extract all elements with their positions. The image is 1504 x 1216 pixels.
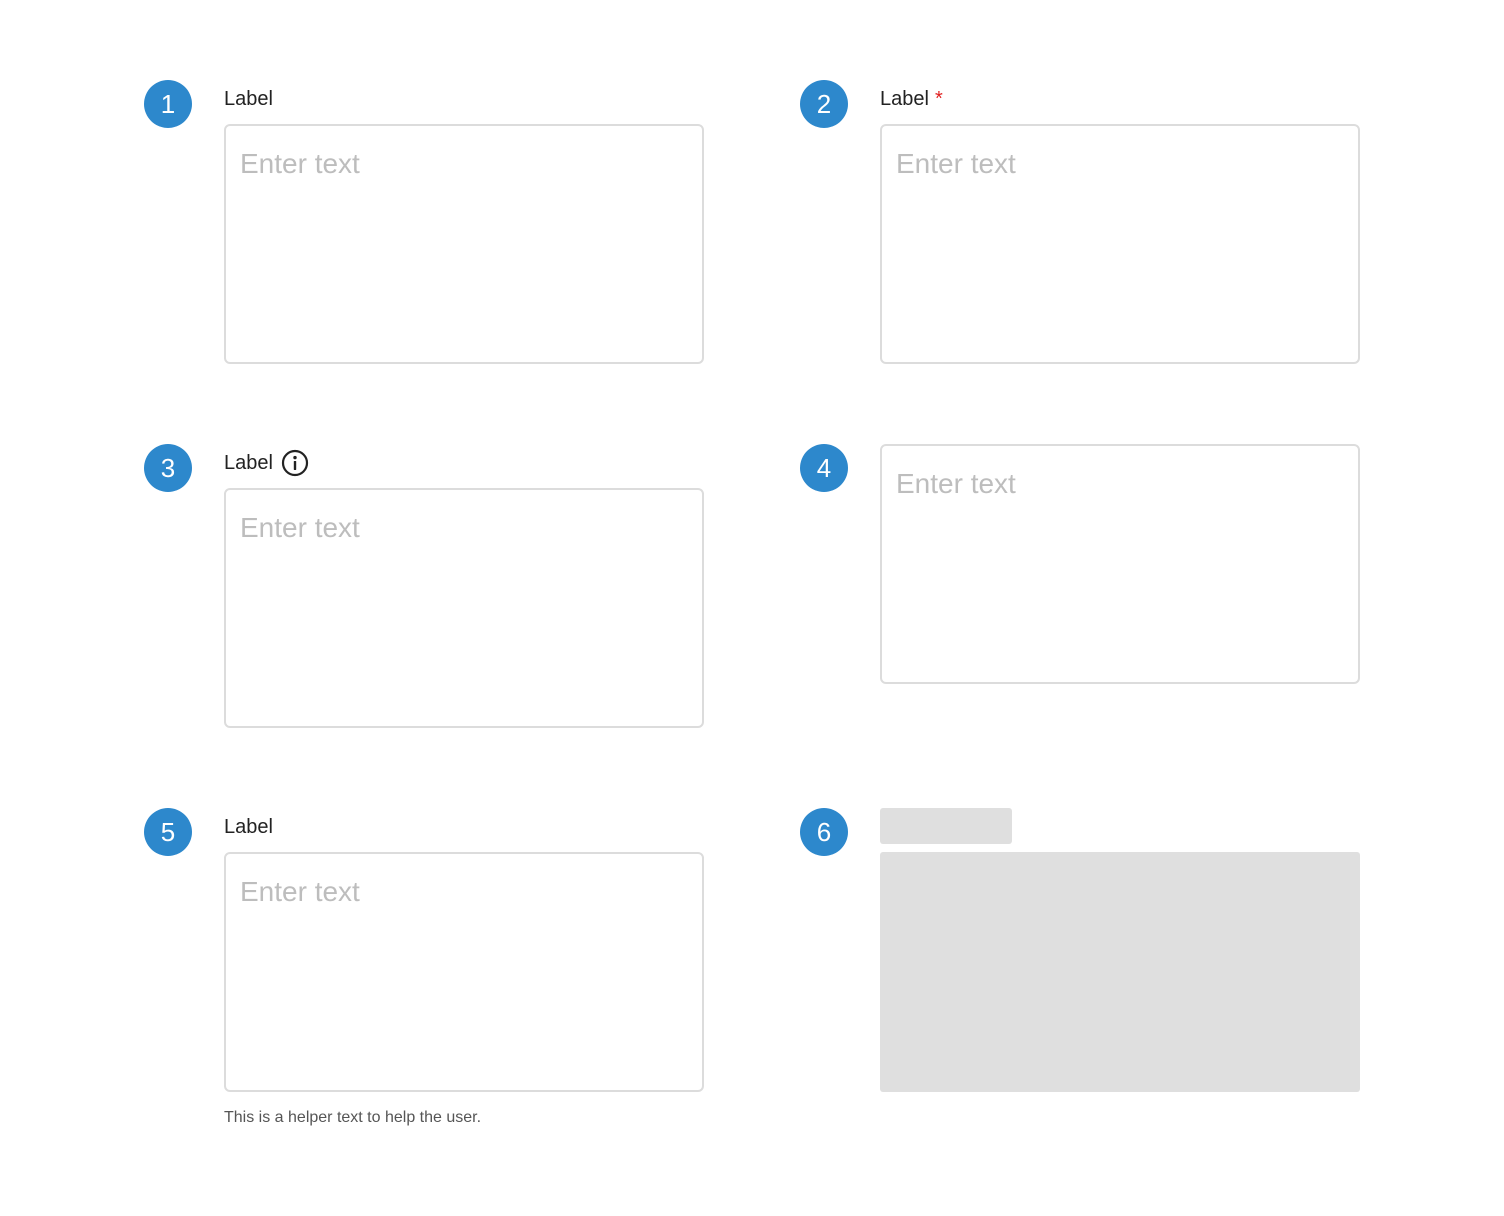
example-number-badge: 1 — [144, 80, 192, 128]
text-area-input[interactable] — [896, 144, 1344, 348]
field-label-text: Label — [224, 88, 273, 110]
text-area-container — [224, 124, 704, 364]
field-label: Label — [224, 449, 309, 477]
field-label: Label — [224, 815, 273, 839]
example-number-badge: 4 — [800, 444, 848, 492]
skeleton-label-placeholder — [880, 808, 1012, 844]
text-area-container — [880, 444, 1360, 684]
field-label: Label * — [880, 87, 943, 111]
text-area-input[interactable] — [240, 508, 688, 712]
example-number-badge: 3 — [144, 444, 192, 492]
helper-text: This is a helper text to help the user. — [224, 1109, 482, 1126]
field-label-text: Label — [224, 452, 273, 474]
required-asterisk: * — [934, 88, 943, 110]
example-number-badge: 2 — [800, 80, 848, 128]
field-label-text: Label — [880, 88, 929, 110]
text-area-container — [224, 852, 704, 1092]
example-number-badge: 6 — [800, 808, 848, 856]
text-area-container — [224, 488, 704, 728]
field-label-text: Label — [224, 816, 273, 838]
field-label: Label — [224, 87, 273, 111]
text-area-input[interactable] — [240, 872, 688, 1076]
info-circle-icon[interactable] — [281, 449, 309, 477]
text-area-input[interactable] — [240, 144, 688, 348]
skeleton-text-area-placeholder — [880, 852, 1360, 1092]
text-area-container — [880, 124, 1360, 364]
example-number-badge: 5 — [144, 808, 192, 856]
text-area-input[interactable] — [896, 464, 1344, 668]
